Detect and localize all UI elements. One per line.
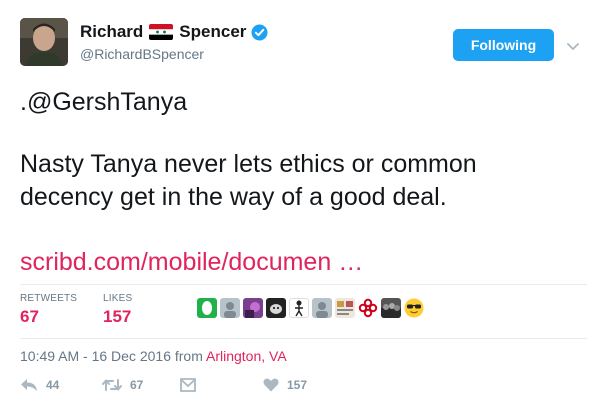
heart-icon bbox=[263, 378, 279, 392]
direct-message-button[interactable] bbox=[180, 378, 204, 392]
retweets-count[interactable]: 67 bbox=[20, 307, 39, 327]
author-handle[interactable]: @RichardBSpencer bbox=[80, 46, 204, 62]
divider bbox=[20, 284, 587, 285]
tweet-text-line-2: decency get in the way of a good deal. bbox=[20, 183, 447, 211]
following-button[interactable]: Following bbox=[453, 29, 554, 61]
tweet-link[interactable]: scribd.com/mobile/documen … bbox=[20, 248, 363, 277]
timestamp-text[interactable]: 10:49 AM - 16 Dec 2016 from bbox=[20, 348, 206, 364]
liker-avatars bbox=[197, 298, 427, 318]
author-first-name[interactable]: Richard bbox=[80, 22, 143, 42]
liker-avatar[interactable] bbox=[220, 298, 240, 318]
tweet-location[interactable]: Arlington, VA bbox=[206, 348, 287, 364]
author-last-name[interactable]: Spencer bbox=[179, 22, 246, 42]
likes-label: LIKES bbox=[103, 293, 133, 304]
retweet-count: 67 bbox=[130, 378, 144, 392]
verified-badge-icon bbox=[251, 24, 268, 41]
chevron-down-icon[interactable] bbox=[567, 38, 579, 51]
liker-avatar[interactable] bbox=[243, 298, 263, 318]
liker-avatar[interactable] bbox=[197, 298, 217, 318]
reply-count: 44 bbox=[46, 378, 60, 392]
reply-icon bbox=[21, 379, 37, 391]
liker-avatar[interactable] bbox=[312, 298, 332, 318]
sunglasses-emoji-icon[interactable] bbox=[404, 298, 424, 318]
syria-flag-icon bbox=[149, 24, 174, 40]
retweet-icon bbox=[102, 379, 122, 391]
avatar[interactable] bbox=[20, 18, 68, 66]
tweet-timestamp: 10:49 AM - 16 Dec 2016 from Arlington, V… bbox=[20, 348, 287, 364]
reply-button[interactable]: 44 bbox=[20, 378, 59, 392]
like-button[interactable]: 157 bbox=[263, 378, 307, 392]
liker-avatar[interactable] bbox=[381, 298, 401, 318]
retweet-button[interactable]: 67 bbox=[102, 378, 143, 392]
tweet-mention[interactable]: .@GershTanya bbox=[20, 88, 187, 117]
divider bbox=[20, 338, 587, 339]
tweet-text-line-1: Nasty Tanya never lets ethics or common bbox=[20, 150, 477, 178]
retweets-label: RETWEETS bbox=[20, 293, 78, 304]
liker-avatar[interactable] bbox=[289, 298, 309, 318]
likes-action-count: 157 bbox=[287, 378, 308, 392]
likes-count[interactable]: 157 bbox=[103, 307, 131, 327]
liker-avatar[interactable] bbox=[358, 298, 378, 318]
envelope-icon bbox=[180, 378, 196, 392]
liker-avatar[interactable] bbox=[266, 298, 286, 318]
liker-avatar[interactable] bbox=[335, 298, 355, 318]
